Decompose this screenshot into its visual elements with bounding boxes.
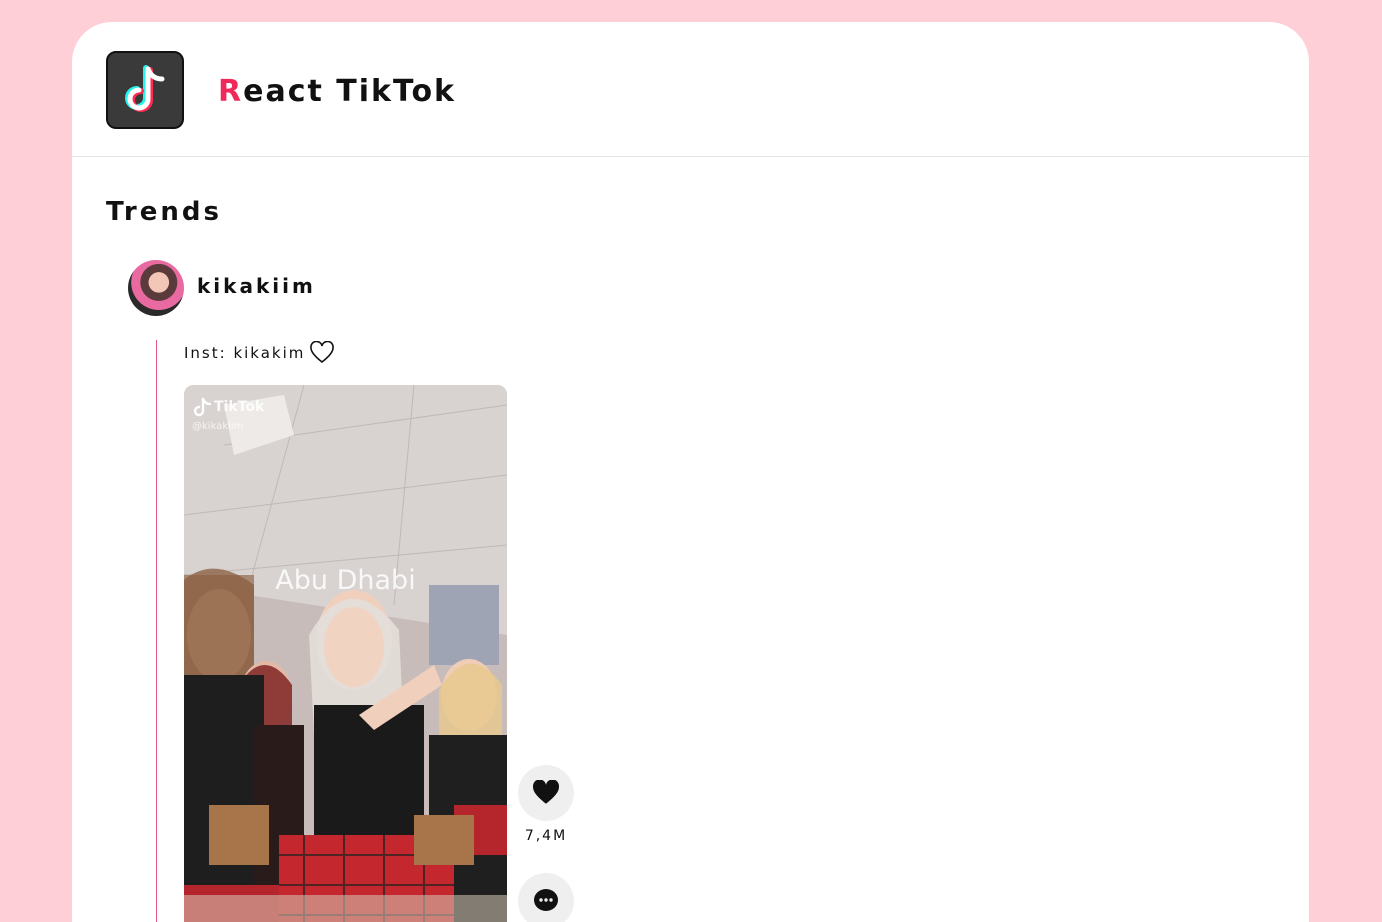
app-card: React TikTok Trends kikakiim Inst: kikak… (72, 22, 1309, 922)
app-title-first-letter: R (218, 74, 244, 109)
app-title-rest: eact TikTok (243, 74, 457, 109)
app-title: React TikTok (218, 74, 456, 109)
post-caption: Inst: kikakim (184, 344, 306, 362)
video-player[interactable]: TikTok @kikakiim Abu Dhabi (184, 385, 507, 922)
avatar[interactable] (128, 260, 184, 316)
thread-line (156, 340, 157, 922)
section-title: Trends (106, 197, 222, 227)
tiktok-logo-icon[interactable] (106, 51, 184, 129)
comment-icon (534, 889, 558, 911)
video-overlay-handle: @kikakiim (192, 421, 244, 432)
video-overlay-location: Abu Dhabi (275, 565, 416, 596)
post-caption-row: Inst: kikakim (184, 341, 335, 365)
heart-icon (533, 780, 559, 804)
post-username[interactable]: kikakiim (197, 274, 316, 298)
app-header: React TikTok (72, 22, 1309, 157)
comment-button[interactable] (518, 873, 574, 922)
like-button[interactable] (518, 765, 574, 821)
like-count: 7,4M (524, 828, 568, 844)
heart-outline-icon[interactable] (309, 341, 335, 365)
video-overlay-brand: TikTok (214, 399, 265, 415)
